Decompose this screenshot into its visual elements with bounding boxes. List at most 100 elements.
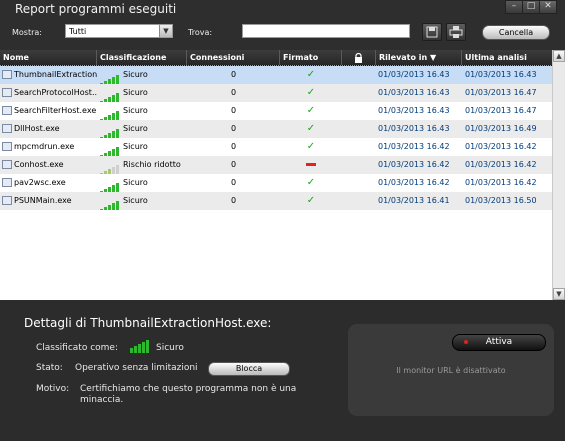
classification-label: Sicuro (123, 88, 148, 97)
column-header-connections[interactable]: Connessioni (187, 50, 280, 65)
check-icon: ✓ (306, 195, 316, 206)
scroll-down-icon[interactable]: ▼ (553, 288, 565, 300)
details-panel: Dettagli di ThumbnailExtractionHost.exe:… (0, 300, 565, 441)
cell-signed: ✓ (280, 102, 342, 120)
check-icon: ✓ (306, 177, 316, 188)
cell-last-scan: 01/03/2013 16.47 (465, 106, 537, 115)
save-icon (426, 26, 438, 38)
maximize-button[interactable]: □ (522, 0, 540, 14)
column-header-last-scan[interactable]: Ultima analisi (462, 50, 552, 65)
details-title: Dettagli di ThumbnailExtractionHost.exe: (24, 316, 272, 330)
cell-lock (342, 138, 376, 156)
cell-signed: ✓ (280, 174, 342, 192)
table-row[interactable]: DllHost.exe Sicuro 0 ✓ 01/03/2013 16.43 01/03… (0, 120, 552, 138)
column-header-signed[interactable]: Firmato (280, 50, 342, 65)
column-header-lock[interactable] (342, 50, 376, 65)
print-icon (449, 26, 463, 38)
rating-bars-icon (100, 141, 120, 156)
cell-name: mpcmdrun.exe (0, 138, 97, 156)
cell-classification: Sicuro (97, 84, 187, 102)
cell-lock (342, 120, 376, 138)
cell-lock (342, 66, 376, 84)
table-row[interactable]: pav2wsc.exe Sicuro 0 ✓ 01/03/2013 16.42 01/03… (0, 174, 552, 192)
program-name: mpcmdrun.exe (14, 142, 75, 151)
program-name: DllHost.exe (14, 124, 60, 133)
cell-classification: Sicuro (97, 102, 187, 120)
search-input[interactable] (242, 24, 410, 38)
cell-name: pav2wsc.exe (0, 174, 97, 192)
table-row[interactable]: mpcmdrun.exe Sicuro 0 ✓ 01/03/2013 16.42 01/0… (0, 138, 552, 156)
cell-signed: ✓ (280, 192, 342, 210)
check-icon: ✓ (306, 123, 316, 134)
safe-rating-icon (130, 340, 153, 354)
program-icon (2, 88, 12, 97)
cell-last-scan: 01/03/2013 16.42 (465, 160, 537, 169)
cell-classification: Sicuro (97, 174, 187, 192)
check-icon: ✓ (306, 141, 316, 152)
activate-button[interactable]: Attiva (452, 334, 546, 351)
cell-last-scan: 01/03/2013 16.47 (465, 88, 537, 97)
status-dot-icon (464, 340, 468, 344)
cancel-button[interactable]: Cancella (482, 25, 550, 40)
save-button[interactable] (422, 23, 442, 41)
cell-connections: 0 (230, 142, 237, 151)
cell-connections: 0 (230, 106, 237, 115)
column-header-detected-label: Rilevato in (379, 53, 428, 62)
chevron-down-icon[interactable]: ▼ (159, 25, 172, 37)
table-row[interactable]: ThumbnailExtraction... Sicuro 0 ✓ 01/03/2013… (0, 65, 553, 85)
print-button[interactable] (446, 23, 466, 41)
cell-lock (342, 192, 376, 210)
cell-classification: Sicuro (97, 120, 187, 138)
cell-name: DllHost.exe (0, 120, 97, 138)
program-icon (2, 160, 12, 169)
table-row[interactable]: SearchFilterHost.exe Sicuro 0 ✓ 01/03/2013 1… (0, 102, 552, 120)
program-icon (2, 142, 12, 151)
show-filter-value: Tutti (69, 27, 87, 36)
cell-connections: 0 (230, 70, 237, 79)
column-header-detected[interactable]: Rilevato in ▼ (376, 50, 462, 65)
status-value: Operativo senza limitazioni (75, 363, 198, 373)
rating-bars-icon (100, 195, 120, 210)
rating-bars-icon (100, 177, 120, 192)
classification-label: Sicuro (123, 106, 148, 115)
cell-lock (342, 174, 376, 192)
cell-name: SearchFilterHost.exe (0, 102, 97, 120)
url-monitor-status: Il monitor URL è disattivato (396, 366, 506, 375)
rating-bars-icon (100, 123, 120, 138)
column-header-classification[interactable]: Classificazione (97, 50, 187, 65)
cell-name: ThumbnailExtraction... (0, 66, 97, 84)
table-row[interactable]: PSUNMain.exe Sicuro 0 ✓ 01/03/2013 16.41 01/0… (0, 192, 552, 210)
show-filter-select[interactable]: Tutti ▼ (65, 24, 173, 38)
cell-classification: Sicuro (97, 138, 187, 156)
program-icon (2, 106, 12, 115)
cell-name: PSUNMain.exe (0, 192, 97, 210)
program-name: pav2wsc.exe (14, 178, 66, 187)
reason-label: Motivo: (36, 384, 70, 394)
cell-detected: 01/03/2013 16.43 (378, 70, 450, 79)
rating-bars-icon (100, 87, 120, 102)
vertical-scrollbar[interactable]: ▲ ▼ (552, 50, 565, 300)
cell-signed: ✓ (280, 66, 342, 84)
unsigned-dash-icon (306, 163, 316, 166)
close-button[interactable]: ✕ (539, 0, 557, 14)
cell-detected: 01/03/2013 16.41 (378, 196, 450, 205)
column-header-name[interactable]: Nome (0, 50, 97, 65)
classified-value: Sicuro (156, 343, 184, 353)
cell-lock (342, 84, 376, 102)
cell-name: Conhost.exe (0, 156, 97, 174)
table-row[interactable]: SearchProtocolHost... Sicuro 0 ✓ 01/03/2013 … (0, 84, 552, 102)
cell-signed: ✓ (280, 138, 342, 156)
classification-label: Sicuro (123, 142, 148, 151)
table-row[interactable]: Conhost.exe Rischio ridotto 0 01/03/2013 16… (0, 156, 552, 174)
check-icon: ✓ (306, 69, 316, 80)
table-header: Nome Classificazione Connessioni Firmato… (0, 50, 552, 66)
scroll-up-icon[interactable]: ▲ (553, 50, 565, 62)
reason-value: Certifichiamo che questo programma non è… (80, 384, 297, 405)
app-window: Report programmi eseguiti – □ ✕ Mostra: … (0, 0, 565, 441)
minimize-button[interactable]: – (505, 0, 523, 14)
cell-last-scan: 01/03/2013 16.42 (465, 178, 537, 187)
block-button[interactable]: Blocca (208, 362, 290, 376)
toolbar: Mostra: Tutti ▼ Trova: Cancella (0, 20, 565, 48)
cell-detected: 01/03/2013 16.43 (378, 88, 450, 97)
activate-label: Attiva (485, 337, 513, 347)
